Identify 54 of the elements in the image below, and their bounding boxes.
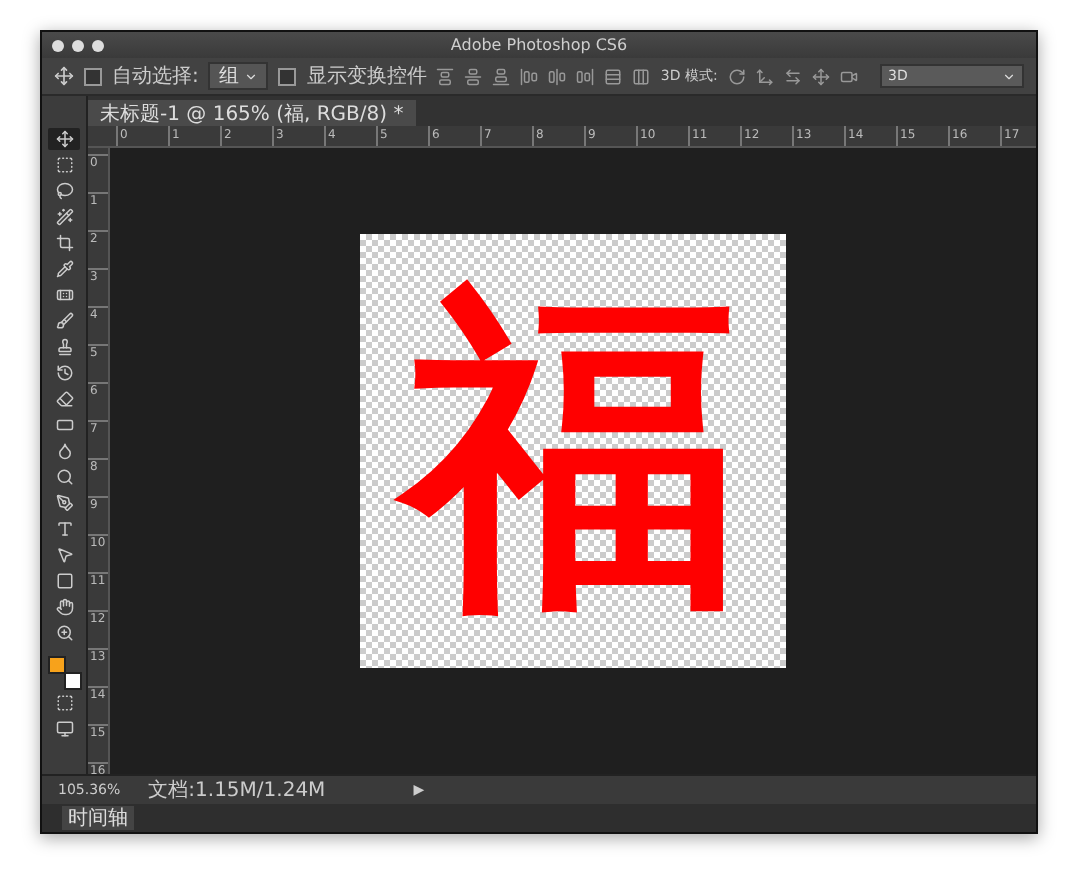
- chevron-down-icon: [1002, 69, 1016, 83]
- history-icon: [55, 364, 73, 382]
- align-icon[interactable]: [520, 67, 539, 85]
- checkbox[interactable]: [84, 67, 102, 85]
- pen-icon: [55, 494, 73, 512]
- dashed-square-icon: [55, 694, 73, 712]
- magnifier-icon: [55, 468, 73, 486]
- rectangle-icon: [55, 416, 73, 434]
- stamp-icon: [55, 338, 73, 356]
- brush-icon: [55, 312, 73, 330]
- close-icon[interactable]: [52, 39, 64, 51]
- document-tab[interactable]: 未标题-1 @ 165% (福, RGB/8) *: [88, 100, 416, 126]
- document-size: 文档:1.15M/1.24M: [148, 777, 326, 804]
- align-icon[interactable]: [576, 67, 595, 85]
- tool-button[interactable]: [48, 128, 80, 150]
- align-icon[interactable]: [436, 67, 455, 85]
- bandage-icon: [55, 286, 73, 304]
- zoom-icon: [55, 624, 73, 642]
- checkbox[interactable]: [278, 67, 297, 85]
- monitor-icon: [55, 720, 73, 738]
- move-icon: [55, 130, 73, 148]
- eyedropper-icon: [55, 260, 73, 278]
- pointer-icon: [55, 546, 73, 564]
- 3d-tool-icon[interactable]: [811, 67, 830, 85]
- dashed-square-icon: [55, 156, 73, 174]
- maximize-icon[interactable]: [92, 39, 104, 51]
- 3d-tool-icon[interactable]: [783, 67, 802, 85]
- move-icon[interactable]: [54, 66, 74, 86]
- hand-icon: [55, 598, 73, 616]
- background-swatch[interactable]: [64, 672, 82, 690]
- type-icon: [55, 520, 73, 538]
- auto-select-label: 自动选择:: [112, 63, 199, 90]
- eraser-icon: [55, 390, 73, 408]
- show-transform-label: 显示变换控件: [306, 63, 427, 90]
- crop-icon: [55, 234, 73, 252]
- minimize-icon[interactable]: [72, 39, 84, 51]
- timeline-tab[interactable]: 时间轴: [62, 806, 134, 830]
- lasso-icon: [55, 182, 73, 200]
- chevron-down-icon: [244, 69, 259, 83]
- 3d-tool-icon[interactable]: [839, 67, 858, 85]
- 3d-tool-icon[interactable]: [727, 67, 746, 85]
- align-icon[interactable]: [632, 67, 651, 85]
- droplet-icon: [55, 442, 73, 460]
- align-icon[interactable]: [548, 67, 567, 85]
- square-icon: [55, 572, 73, 590]
- wand-icon: [55, 208, 73, 226]
- align-icon[interactable]: [492, 67, 511, 85]
- artwork-character: 福: [389, 234, 757, 668]
- foreground-swatch[interactable]: [48, 656, 66, 674]
- align-icon[interactable]: [604, 67, 623, 85]
- window-title: Adobe Photoshop CS6: [448, 36, 630, 54]
- auto-select-dropdown[interactable]: 组: [208, 62, 269, 90]
- align-icon[interactable]: [464, 67, 483, 85]
- 3d-tool-icon[interactable]: [755, 67, 774, 85]
